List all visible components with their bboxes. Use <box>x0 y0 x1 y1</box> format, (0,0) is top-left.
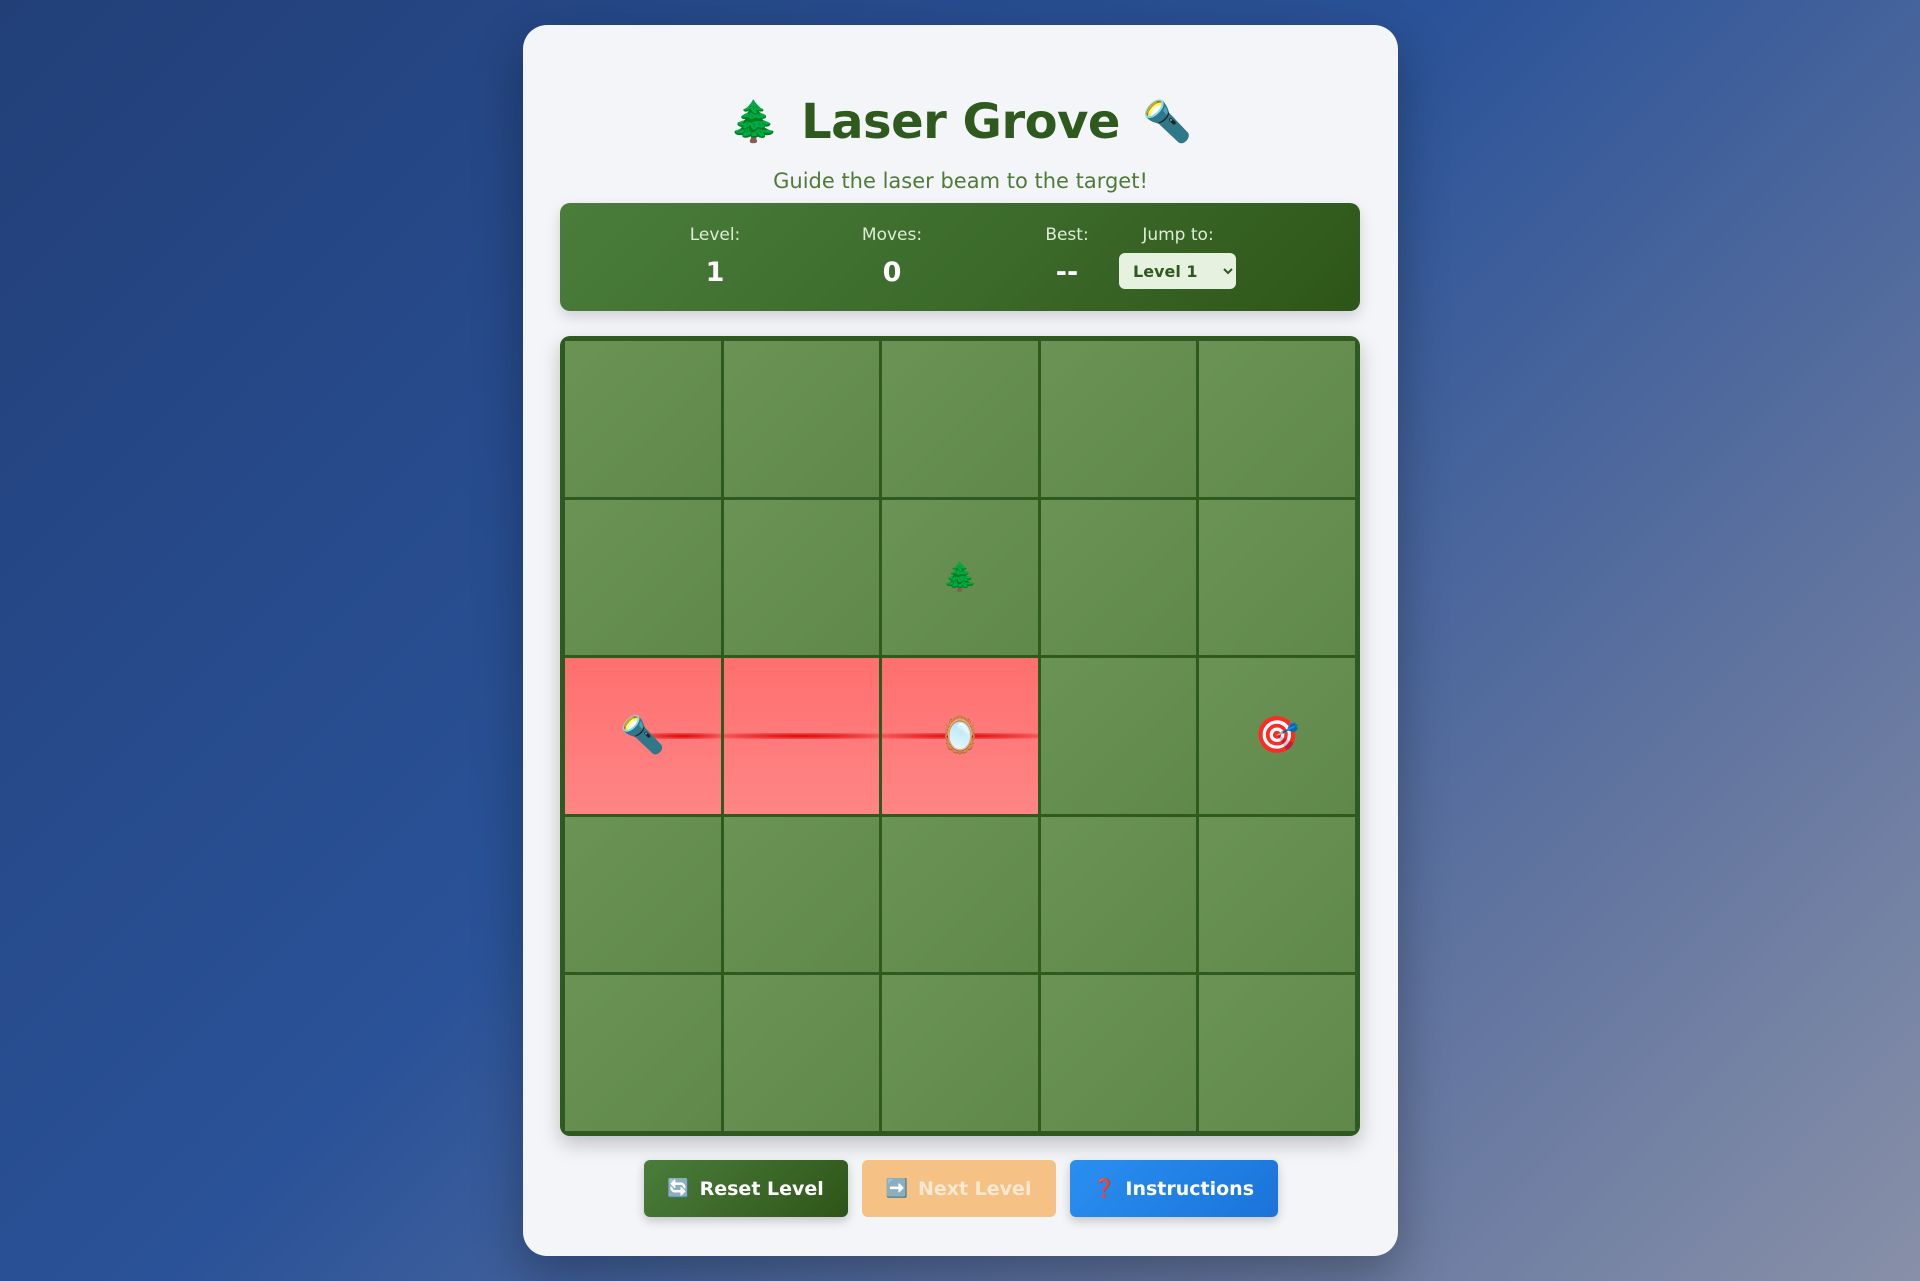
refresh-icon: 🔄 <box>667 1178 690 1199</box>
tree-icon: 🌲 <box>942 560 978 594</box>
laser-beam <box>723 732 880 739</box>
level-select[interactable]: Level 1 <box>1119 253 1236 289</box>
board-cell[interactable] <box>882 341 1038 497</box>
moves-label: Moves: <box>861 225 923 245</box>
board-cell[interactable] <box>1040 816 1197 973</box>
next-level-button[interactable]: ➡️ Next Level <box>861 1160 1056 1217</box>
reset-level-button[interactable]: 🔄 Reset Level <box>643 1160 848 1217</box>
board-cell[interactable] <box>1199 816 1355 973</box>
board-cell[interactable] <box>1040 341 1197 497</box>
jump-stat: Jump to: Level 1 <box>1088 203 1268 311</box>
board-cell[interactable]: 🎯 <box>1199 658 1355 814</box>
mirror-icon[interactable]: 🪞 <box>938 717 983 754</box>
board-cell[interactable] <box>565 499 721 656</box>
board-cell[interactable] <box>723 658 880 814</box>
board-cell[interactable] <box>723 816 880 973</box>
flashlight-icon: 🔦 <box>1141 99 1192 145</box>
board-cell[interactable] <box>1040 658 1197 814</box>
moves-stat: Moves: 0 <box>802 203 982 311</box>
board-cell[interactable] <box>1199 499 1355 656</box>
next-level-label: Next Level <box>917 1177 1032 1200</box>
level-value: 1 <box>705 257 725 288</box>
board-cell[interactable] <box>1199 975 1355 1131</box>
board-cell[interactable] <box>723 975 880 1131</box>
board-cell[interactable] <box>565 341 721 497</box>
board-cell[interactable] <box>723 341 880 497</box>
instructions-label: Instructions <box>1125 1177 1255 1200</box>
moves-value: 0 <box>882 257 902 288</box>
flashlight-icon: 🔦 <box>620 714 666 756</box>
title-row: 🌲 Laser Grove 🔦 <box>523 87 1398 157</box>
board-cell[interactable] <box>1040 499 1197 656</box>
game-card: 🌲 Laser Grove 🔦 Guide the laser beam to … <box>523 25 1398 1256</box>
level-stat: Level: 1 <box>625 203 805 311</box>
board-cell[interactable]: 🔦 <box>565 658 721 814</box>
instructions-button[interactable]: ❓ Instructions <box>1069 1160 1278 1217</box>
board-cell[interactable] <box>723 499 880 656</box>
board-cell[interactable]: 🌲 <box>882 499 1038 656</box>
question-icon: ❓ <box>1092 1178 1116 1199</box>
target-icon: 🎯 <box>1254 714 1300 756</box>
tree-icon: 🌲 <box>729 99 780 145</box>
level-label: Level: <box>689 225 741 245</box>
board-cell[interactable] <box>882 975 1038 1131</box>
board-cell[interactable] <box>882 816 1038 973</box>
board-cell[interactable] <box>1199 341 1355 497</box>
page-title: Laser Grove <box>801 94 1120 150</box>
board-cell[interactable] <box>565 975 721 1131</box>
arrow-right-icon: ➡️ <box>885 1178 908 1199</box>
jump-label: Jump to: <box>1142 225 1214 245</box>
board-cell[interactable]: 🪞 <box>882 658 1038 814</box>
board-cell[interactable] <box>1040 975 1197 1131</box>
game-board: 🌲 🔦 🪞 🎯 <box>560 336 1360 1136</box>
stats-panel: Level: 1 Moves: 0 Best: -- Jump to: Leve… <box>560 203 1360 311</box>
reset-level-label: Reset Level <box>699 1177 824 1200</box>
subtitle: Guide the laser beam to the target! <box>773 169 1148 193</box>
board-cell[interactable] <box>565 816 721 973</box>
button-row: 🔄 Reset Level ➡️ Next Level ❓ Instructio… <box>523 1160 1398 1217</box>
